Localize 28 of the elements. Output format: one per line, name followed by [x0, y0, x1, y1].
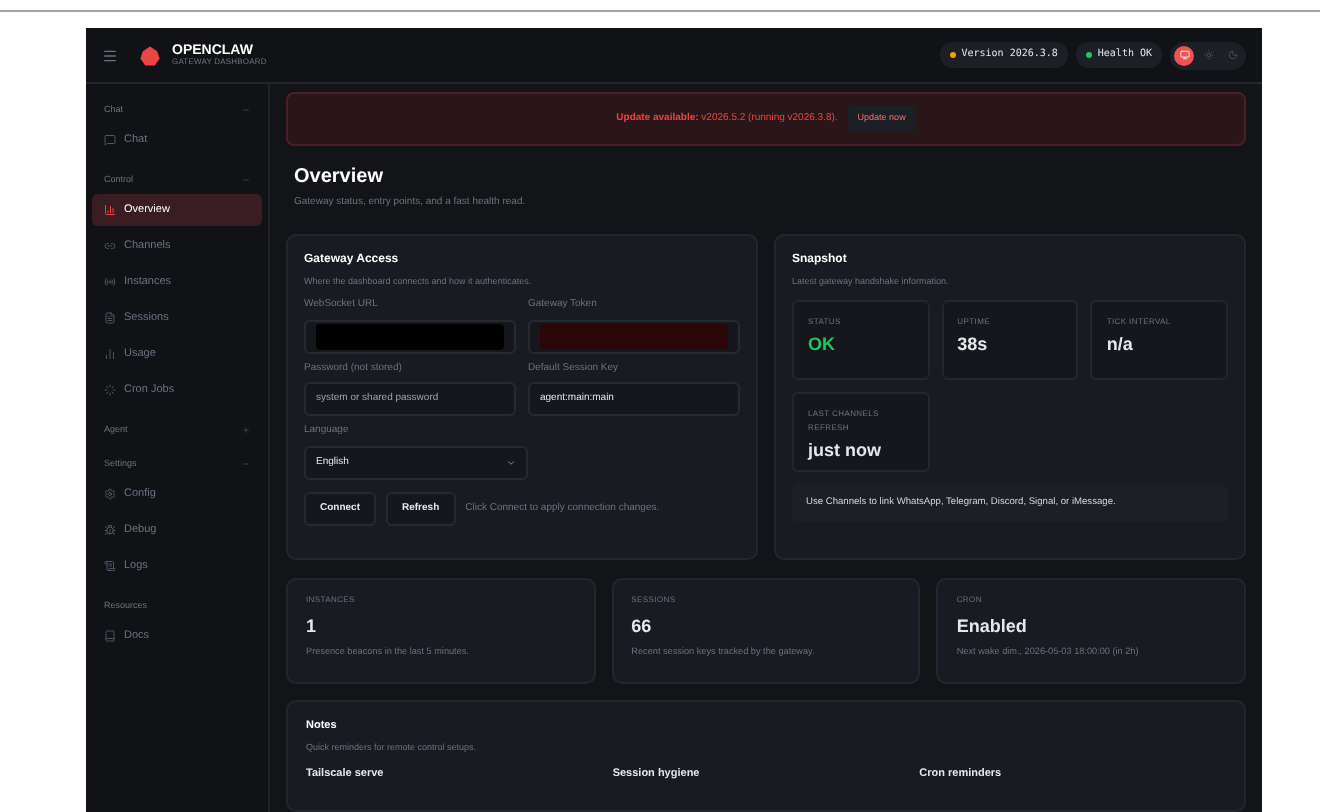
menu-icon[interactable]	[102, 47, 118, 63]
radio-icon	[104, 276, 116, 288]
chat-icon	[104, 134, 116, 146]
input-field[interactable]	[304, 319, 516, 354]
stat-value: OK	[808, 332, 837, 359]
stat-value: 38s	[957, 332, 990, 359]
sun-icon	[1203, 50, 1213, 60]
stat-value: n/a	[1106, 332, 1135, 359]
monitor-icon	[1179, 50, 1189, 60]
book-icon	[104, 630, 116, 642]
bar-chart-icon	[104, 204, 116, 216]
logo-icon	[138, 43, 162, 67]
moon-icon	[1227, 50, 1237, 60]
file-icon	[104, 312, 116, 324]
link-icon	[104, 240, 116, 252]
bar-chart-icon	[104, 348, 116, 360]
chevron-down-icon	[506, 457, 516, 468]
summary-value: Enabled	[956, 613, 1029, 639]
settings-icon	[104, 488, 116, 500]
page-title: Overview	[294, 164, 383, 192]
stat-value: just now	[808, 438, 883, 465]
input-field[interactable]	[528, 319, 740, 354]
bug-icon	[104, 524, 116, 536]
summary-value: 66	[631, 613, 654, 639]
summary-value: 1	[306, 613, 319, 639]
scroll-icon	[104, 560, 116, 572]
loader-icon	[104, 384, 116, 396]
theme-option[interactable]	[1174, 45, 1194, 65]
